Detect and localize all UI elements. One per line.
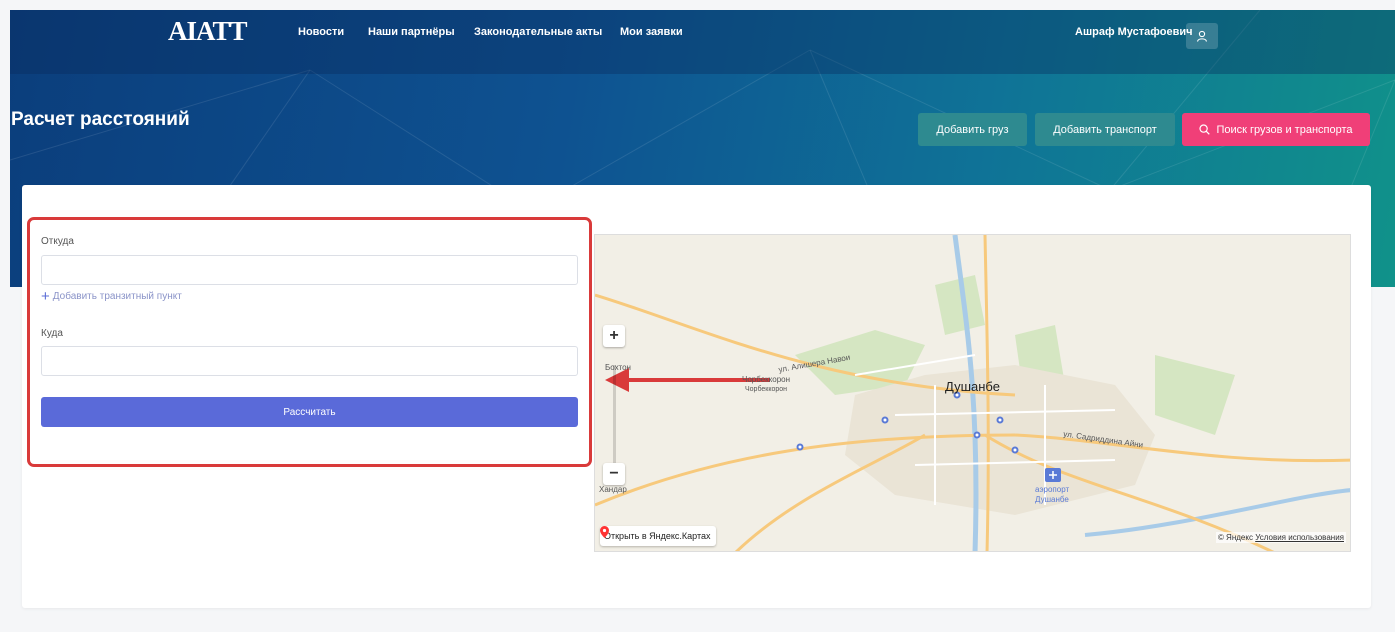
zoom-in-button[interactable]: + bbox=[603, 325, 625, 347]
nav-partners[interactable]: Наши партнёры bbox=[368, 26, 455, 38]
calculate-button[interactable]: Рассчитать bbox=[41, 397, 578, 427]
to-label: Куда bbox=[41, 328, 63, 339]
copyright-text: © Яндекс bbox=[1217, 533, 1253, 542]
terms-of-use-link[interactable]: Условия использования bbox=[1255, 533, 1344, 542]
page-title: Расчет расстояний bbox=[11, 109, 190, 130]
search-cargo-transport-button[interactable]: Поиск грузов и транспорта bbox=[1182, 113, 1370, 146]
site-logo[interactable]: AIATT bbox=[168, 16, 248, 47]
map-place-sublabel: Чорбеккорон bbox=[745, 386, 788, 393]
zoom-out-button[interactable]: − bbox=[603, 463, 625, 485]
search-icon bbox=[1199, 124, 1211, 135]
add-transit-label: Добавить транзитный пункт bbox=[52, 291, 182, 302]
map-pin-icon bbox=[600, 526, 609, 538]
map-copyright: © Яндекс Условия использования bbox=[1215, 532, 1346, 543]
yandex-map[interactable]: + − Душанбе ул. Алишера Навои ул. Садрид… bbox=[594, 234, 1351, 552]
airport-label: аэропорт bbox=[1035, 485, 1070, 494]
nav-my-requests[interactable]: Мои заявки bbox=[620, 26, 683, 38]
map-place-label: Бохтон bbox=[605, 363, 631, 372]
open-in-maps-label: Открыть в Яндекс.Картах bbox=[604, 531, 711, 541]
open-in-yandex-maps-button[interactable]: Открыть в Яндекс.Картах bbox=[600, 526, 717, 546]
search-button-label: Поиск грузов и транспорта bbox=[1216, 123, 1353, 136]
to-input[interactable] bbox=[41, 346, 578, 376]
zoom-slider-track[interactable] bbox=[613, 365, 616, 463]
plus-icon: + bbox=[41, 287, 50, 305]
map-place-label: Хандар bbox=[599, 485, 627, 494]
add-transport-button[interactable]: Добавить транспорт bbox=[1035, 113, 1175, 146]
user-profile-button[interactable] bbox=[1186, 23, 1218, 49]
nav-news[interactable]: Новости bbox=[298, 26, 344, 38]
add-cargo-button[interactable]: Добавить груз bbox=[918, 113, 1027, 146]
nav-legislation[interactable]: Законодательные акты bbox=[474, 26, 602, 38]
map-place-label: Чорбеккорон bbox=[742, 375, 791, 384]
user-icon bbox=[1196, 30, 1208, 42]
user-name[interactable]: Ашраф Мустафоевич bbox=[1075, 26, 1193, 38]
from-label: Откуда bbox=[41, 236, 74, 247]
airport-label: Душанбе bbox=[1035, 495, 1069, 504]
add-transit-point-link[interactable]: + Добавить транзитный пункт bbox=[41, 287, 182, 305]
from-input[interactable] bbox=[41, 255, 578, 285]
map-city-label: Душанбе bbox=[945, 379, 1000, 394]
